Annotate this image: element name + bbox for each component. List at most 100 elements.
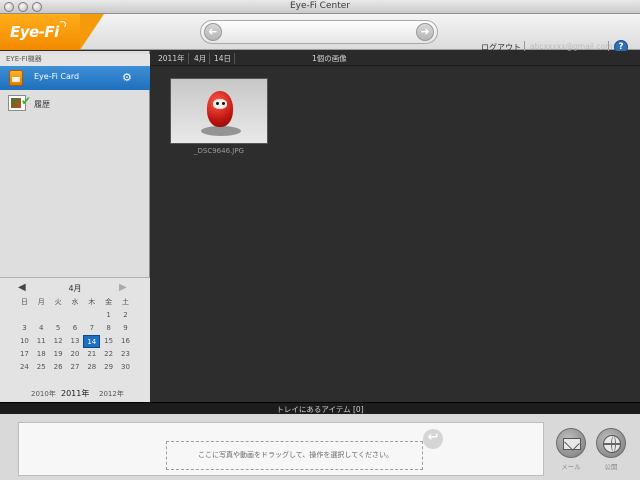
calendar-week-row: 17 18 19 20 21 22 23	[16, 348, 134, 361]
calendar-day	[16, 309, 33, 322]
checkmark-icon: ✔	[21, 94, 32, 108]
calendar-grid: 日 月 火 水 木 金 土 1 2 3 4 5 6 7 8 9 10 11 12 13 14 15 16 17 1…	[16, 296, 134, 374]
daruma-eye	[216, 102, 219, 105]
tray-area: ここに写真や動画をドラッグして、操作を選択してください。 ↩	[0, 414, 640, 480]
sidebar-section-title: EYE-FI機器	[0, 54, 150, 66]
calendar-day[interactable]: 13	[67, 335, 84, 348]
tray-drop-zone[interactable]: ここに写真や動画をドラッグして、操作を選択してください。 ↩	[18, 422, 544, 476]
photo-shadow	[201, 126, 241, 136]
daruma-figure	[207, 91, 233, 127]
calendar-day[interactable]: 20	[67, 348, 84, 361]
calendar-week-row: 12	[16, 309, 134, 322]
breadcrumb-day[interactable]: 14日	[211, 53, 236, 64]
calendar-day[interactable]: 17	[16, 348, 33, 361]
calendar-day[interactable]: 21	[83, 348, 100, 361]
weekday-label: 月	[37, 298, 45, 306]
calendar-day	[50, 309, 67, 322]
logo-text: Eye-Fi	[10, 23, 59, 41]
calendar-day-selected[interactable]: 14	[83, 335, 101, 348]
calendar-day[interactable]: 29	[100, 361, 117, 374]
calendar-day[interactable]: 1	[100, 309, 117, 322]
weekday-label: 木	[88, 298, 96, 306]
calendar-week-row: 3456789	[16, 322, 134, 335]
photo-filename: _DSC9646.JPG	[194, 147, 244, 155]
weekday-label: 水	[71, 298, 79, 306]
calendar-day[interactable]: 30	[117, 361, 134, 374]
calendar-day[interactable]: 6	[67, 322, 84, 335]
mail-label: メール	[561, 463, 581, 471]
sidebar-item-label: Eye-Fi Card	[34, 72, 80, 81]
curved-arrow-icon: ↩	[423, 429, 443, 449]
app-window: Eye-Fi Center Eye-Fi ➜ ➜ ログアウト abcxxxxx@…	[0, 0, 640, 480]
account-email: abcxxxxx@gmail.com	[530, 42, 613, 51]
logo-tail-decoration	[80, 14, 104, 50]
calendar-day	[67, 309, 84, 322]
publish-button[interactable]	[596, 428, 626, 458]
calendar-week-row: 24 25 26 27 28 29 30	[16, 361, 134, 374]
history-icon: ✔	[8, 94, 31, 111]
calendar-day[interactable]: 9	[117, 322, 134, 335]
globe-icon	[603, 435, 621, 453]
year-prev[interactable]: 2010年	[31, 389, 56, 399]
sidebar-item-eyefi-card[interactable]: Eye-Fi Card ⚙	[0, 66, 150, 90]
wifi-wave-icon	[59, 21, 66, 28]
eyefi-card-icon	[9, 70, 23, 86]
calendar-day[interactable]: 5	[50, 322, 67, 335]
arrow-right-icon: ➜	[420, 25, 430, 38]
calendar-day[interactable]: 2	[117, 309, 134, 322]
calendar-day[interactable]: 3	[16, 322, 33, 335]
calendar-day[interactable]: 4	[33, 322, 50, 335]
back-button[interactable]: ➜	[204, 23, 222, 41]
calendar-day	[33, 309, 50, 322]
calendar-day[interactable]: 7	[83, 322, 100, 335]
calendar-day[interactable]: 28	[83, 361, 100, 374]
calendar-day[interactable]: 24	[16, 361, 33, 374]
tray-header: トレイにあるアイテム [0]	[0, 402, 640, 414]
envelope-icon	[563, 438, 581, 450]
calendar-day[interactable]: 25	[33, 361, 50, 374]
forward-button[interactable]: ➜	[416, 23, 434, 41]
sidebar-item-label: 履歴	[34, 100, 50, 109]
calendar-day[interactable]: 10	[16, 335, 33, 348]
year-next[interactable]: 2012年	[99, 389, 124, 399]
drop-target[interactable]: ここに写真や動画をドラッグして、操作を選択してください。	[166, 441, 423, 470]
weekday-label: 日	[20, 298, 28, 306]
year-current[interactable]: 2011年	[61, 388, 89, 399]
calendar-day[interactable]: 27	[67, 361, 84, 374]
calendar-day[interactable]: 18	[33, 348, 50, 361]
navigation-bar: ➜ ➜	[200, 20, 438, 44]
calendar-day[interactable]: 11	[33, 335, 50, 348]
weekday-label: 火	[54, 298, 62, 306]
publish-label: 公開	[604, 463, 618, 471]
eyefi-logo: Eye-Fi	[0, 14, 80, 50]
image-count: 1個の画像	[312, 54, 347, 63]
mail-button[interactable]	[556, 428, 586, 458]
drop-hint: ここに写真や動画をドラッグして、操作を選択してください。	[197, 451, 394, 459]
gear-icon[interactable]: ⚙	[122, 71, 132, 84]
photo-thumbnail[interactable]	[170, 78, 268, 144]
calendar-day[interactable]: 12	[50, 335, 67, 348]
title-bar: Eye-Fi Center	[0, 0, 640, 14]
calendar-month: 4月	[68, 284, 82, 293]
calendar-weekday-row: 日 月 火 水 木 金 土	[16, 296, 134, 309]
weekday-label: 金	[105, 298, 113, 306]
calendar-day[interactable]: 8	[100, 322, 117, 335]
weekday-label: 土	[121, 298, 129, 306]
calendar-weeks: 1 2 3 4 5 6 7 8 9 10 11 12 13 14 15 16 17 18 19 20 21 22 23 24 2…	[16, 309, 134, 374]
next-month-arrow-icon[interactable]: ▶	[119, 282, 127, 293]
calendar-week-row: 10 11 12 13 14 15 16	[16, 335, 134, 348]
calendar-day[interactable]: 15	[100, 335, 117, 348]
calendar-day[interactable]: 23	[117, 348, 134, 361]
breadcrumb-year[interactable]: 2011年	[155, 53, 189, 64]
daruma-eye	[222, 102, 225, 105]
breadcrumb-month[interactable]: 4月	[191, 53, 211, 64]
calendar-day[interactable]: 16	[117, 335, 134, 348]
arrow-left-icon: ➜	[208, 25, 218, 38]
app-header: Eye-Fi ➜ ➜ ログアウト abcxxxxx@gmail.com ?	[0, 14, 640, 54]
calendar: ◀ 4月 ▶ 日 月 火 水 木 金 土 1 2 3 4 5 6 7 8 9 10 11 12 13 14…	[0, 277, 150, 402]
calendar-day[interactable]: 22	[100, 348, 117, 361]
calendar-day[interactable]: 19	[50, 348, 67, 361]
sidebar-item-history[interactable]: ✔ 履歴	[0, 90, 150, 116]
calendar-day[interactable]: 26	[50, 361, 67, 374]
calendar-day	[83, 309, 100, 322]
